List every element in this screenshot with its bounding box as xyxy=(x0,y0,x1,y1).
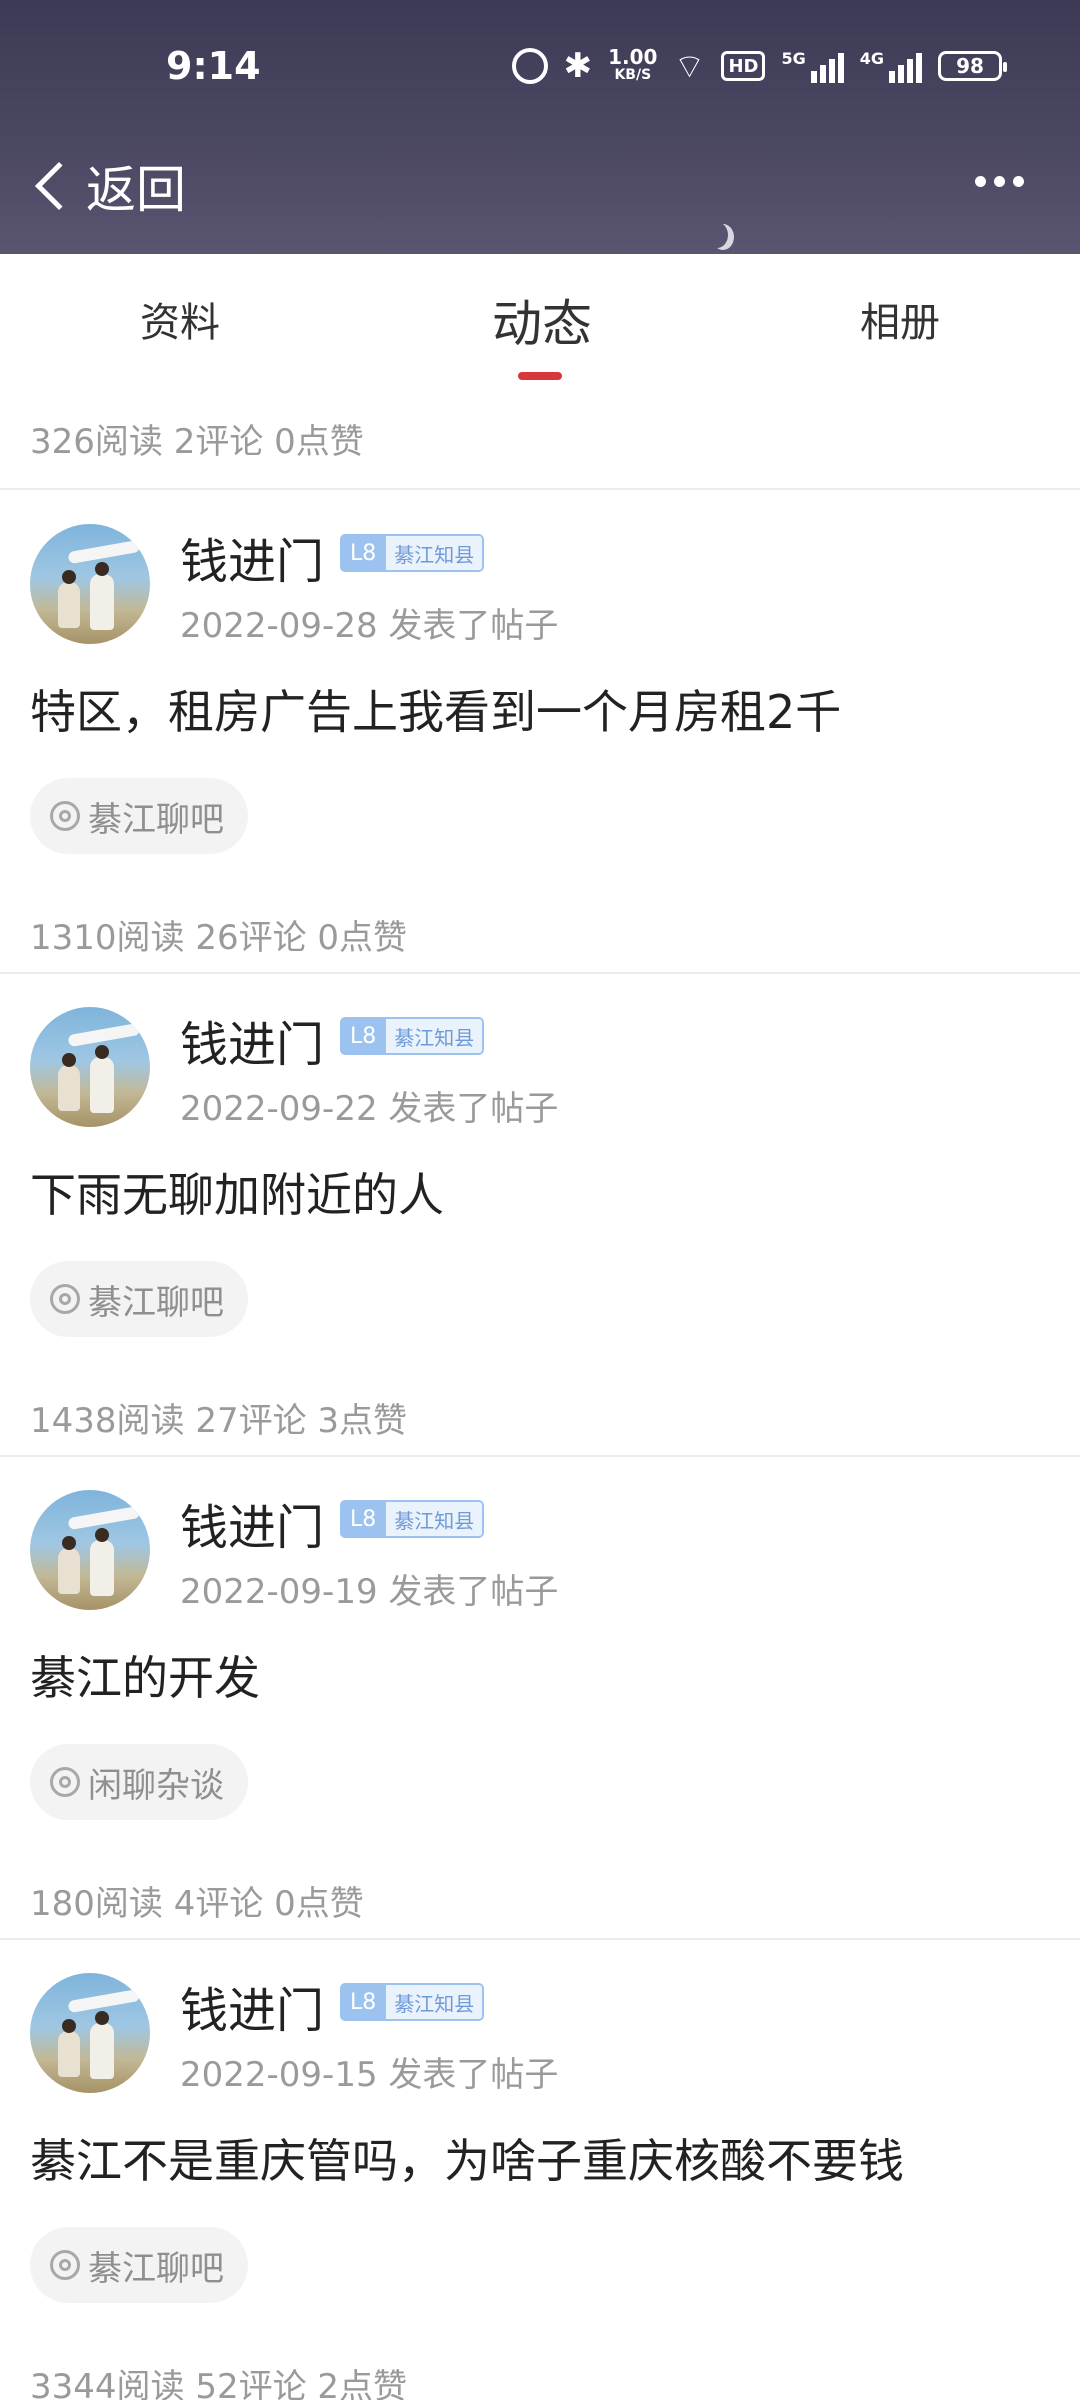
tab-album[interactable]: 相册 xyxy=(860,290,940,348)
level-label: L8 xyxy=(340,1983,387,2021)
post-content[interactable]: 下雨无聊加附近的人 xyxy=(30,1159,444,1225)
alarm-icon xyxy=(511,46,548,86)
avatar[interactable] xyxy=(30,524,150,644)
previous-post-stats: 326阅读 2评论 0点赞 xyxy=(30,422,364,462)
profile-tabs: 资料 动态 相册 xyxy=(0,254,1080,384)
level-label: L8 xyxy=(340,1017,387,1055)
topic-tag[interactable]: 綦江聊吧 xyxy=(30,2227,248,2303)
level-badge: L8 綦江知县 xyxy=(340,1500,485,1538)
hd-icon: HD xyxy=(721,51,766,81)
post-stats: 3344阅读 52评论 2点赞 xyxy=(30,2367,408,2400)
level-badge: L8 綦江知县 xyxy=(340,1983,485,2021)
signal-4g-icon: 4G xyxy=(860,49,922,83)
status-icons: ✱ 1.00 KB/S ⌔ HD 5G 4G 98 xyxy=(511,46,1007,87)
topic-icon xyxy=(50,1767,80,1797)
tab-profile-info[interactable]: 资料 xyxy=(140,290,220,348)
avatar[interactable] xyxy=(30,1973,150,2093)
post-meta: 2022-09-19 发表了帖子 xyxy=(180,1572,559,1612)
topic-label: 綦江聊吧 xyxy=(88,799,224,840)
signal-5g-icon: 5G xyxy=(781,49,844,83)
badge-title: 綦江知县 xyxy=(386,1983,485,2021)
post-username[interactable]: 钱进门 xyxy=(180,1488,324,1558)
badge-title: 綦江知县 xyxy=(386,1017,485,1055)
badge-title: 綦江知县 xyxy=(386,1500,485,1538)
topic-icon xyxy=(50,801,80,831)
back-label: 返回 xyxy=(86,161,186,219)
wifi-icon: ⌔ xyxy=(673,46,706,87)
bluetooth-icon: ✱ xyxy=(563,46,593,86)
network-speed-unit: KB/S xyxy=(614,67,652,83)
post-content[interactable]: 綦江不是重庆管吗，为啥子重庆核酸不要钱 xyxy=(30,2125,904,2191)
badge-title: 綦江知县 xyxy=(386,534,485,572)
post-stats: 180阅读 4评论 0点赞 xyxy=(30,1884,364,1924)
back-button[interactable]: 返回 xyxy=(28,150,186,222)
post-content[interactable]: 綦江的开发 xyxy=(30,1642,260,1708)
post-item[interactable]: 钱进门 L8 綦江知县 2022-09-15 发表了帖子 綦江不是重庆管吗，为啥… xyxy=(0,1939,1080,2400)
avatar[interactable] xyxy=(30,1007,150,1127)
level-label: L8 xyxy=(340,534,387,572)
topic-icon xyxy=(50,2250,80,2280)
post-meta: 2022-09-22 发表了帖子 xyxy=(180,1089,559,1129)
nav-bar: 返回 xyxy=(0,140,1080,230)
more-options-button[interactable] xyxy=(975,176,1024,187)
topic-tag[interactable]: 綦江聊吧 xyxy=(30,1261,248,1337)
profile-header: 9:14 ✱ 1.00 KB/S ⌔ HD 5G 4G 98 返回 xyxy=(0,0,1080,254)
post-username[interactable]: 钱进门 xyxy=(180,522,324,592)
topic-label: 綦江聊吧 xyxy=(88,2248,224,2289)
active-tab-indicator xyxy=(518,372,562,380)
level-badge: L8 綦江知县 xyxy=(340,534,485,572)
post-item[interactable]: 钱进门 L8 綦江知县 2022-09-19 发表了帖子 綦江的开发 闲聊杂谈 … xyxy=(0,1456,1080,1938)
network-speed: 1.00 KB/S xyxy=(608,46,657,86)
post-username[interactable]: 钱进门 xyxy=(180,1971,324,2041)
status-bar: 9:14 ✱ 1.00 KB/S ⌔ HD 5G 4G 98 xyxy=(0,0,1080,130)
post-item[interactable]: 钱进门 L8 綦江知县 2022-09-28 发表了帖子 特区，租房广告上我看到… xyxy=(0,490,1080,972)
level-label: L8 xyxy=(340,1500,387,1538)
topic-label: 綦江聊吧 xyxy=(88,1282,224,1323)
network-speed-value: 1.00 xyxy=(608,45,658,69)
post-stats: 1310阅读 26评论 0点赞 xyxy=(30,918,408,958)
avatar[interactable] xyxy=(30,1490,150,1610)
post-item[interactable]: 钱进门 L8 綦江知县 2022-09-22 发表了帖子 下雨无聊加附近的人 綦… xyxy=(0,973,1080,1455)
battery-icon: 98 xyxy=(938,51,1007,81)
signal-5g-label: 5G xyxy=(781,49,806,68)
chevron-left-icon xyxy=(34,161,84,211)
more-dot-icon xyxy=(994,176,1005,187)
topic-icon xyxy=(50,1284,80,1314)
more-dot-icon xyxy=(1013,176,1024,187)
signal-4g-label: 4G xyxy=(859,49,884,68)
post-content[interactable]: 特区，租房广告上我看到一个月房租2千 xyxy=(30,676,841,742)
post-meta: 2022-09-28 发表了帖子 xyxy=(180,606,559,646)
topic-tag[interactable]: 綦江聊吧 xyxy=(30,778,248,854)
topic-label: 闲聊杂谈 xyxy=(88,1765,224,1806)
post-username[interactable]: 钱进门 xyxy=(180,1005,324,1075)
topic-tag[interactable]: 闲聊杂谈 xyxy=(30,1744,248,1820)
level-badge: L8 綦江知县 xyxy=(340,1017,485,1055)
status-time: 9:14 xyxy=(166,44,261,88)
tab-activity[interactable]: 动态 xyxy=(492,284,592,356)
post-meta: 2022-09-15 发表了帖子 xyxy=(180,2055,559,2095)
post-stats: 1438阅读 27评论 3点赞 xyxy=(30,1401,408,1441)
more-dot-icon xyxy=(975,176,986,187)
